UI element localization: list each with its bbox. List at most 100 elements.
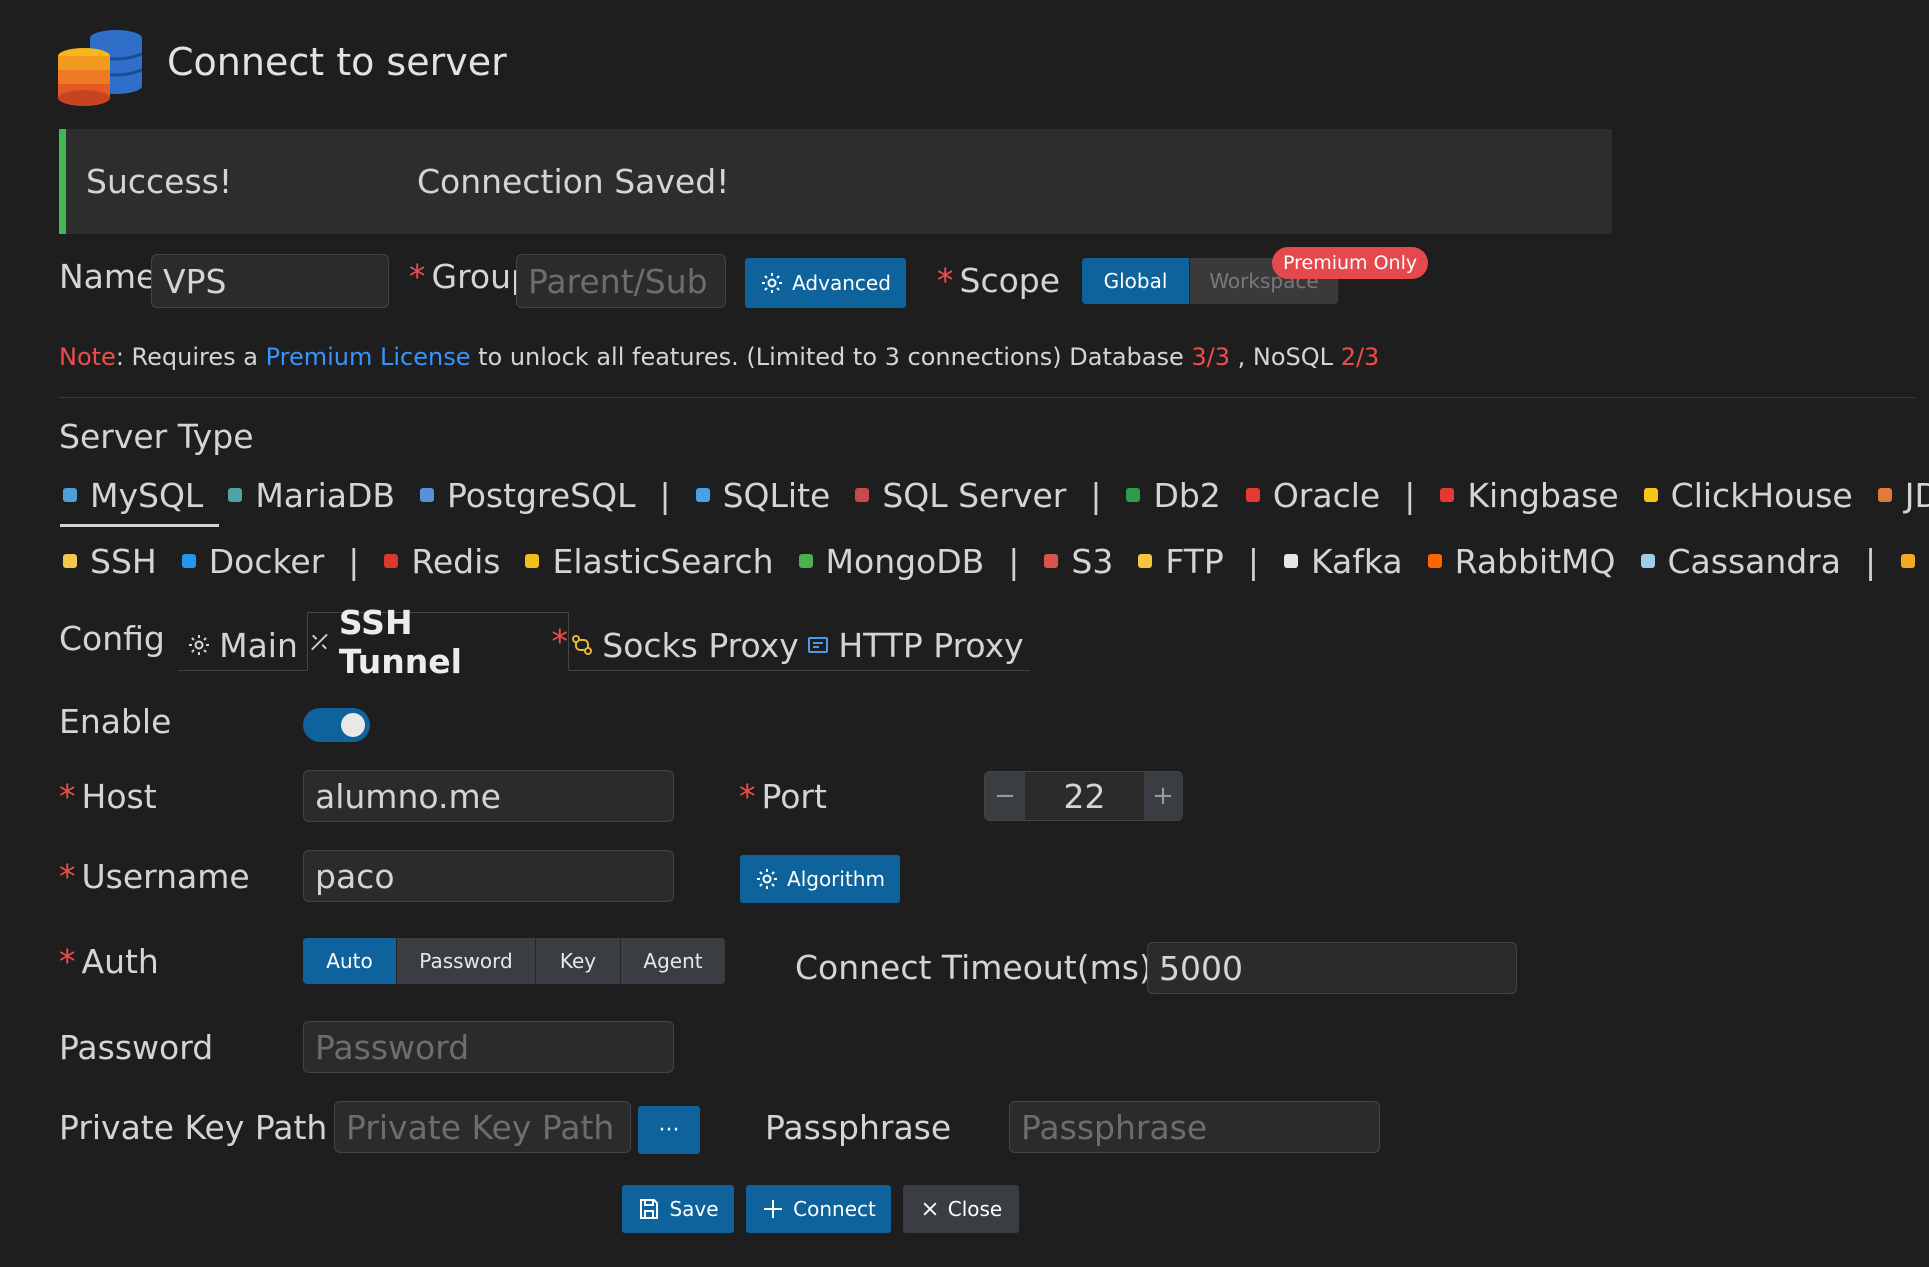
server-type-label: Server Type [59,417,254,456]
server-type-mongodb[interactable]: MongoDB [796,541,985,581]
enable-label: Enable [59,702,172,741]
ellipsis-icon: ··· [658,1117,680,1143]
port-label-text: Port [761,777,827,816]
advanced-button[interactable]: Advanced [745,258,906,308]
type-separator: | [1247,541,1259,581]
gear-icon [189,635,210,655]
server-type-mysql[interactable]: MySQL [60,476,203,515]
server-type-label: JDBC [1904,475,1929,515]
note-text-3: , NoSQL [1230,343,1341,371]
close-button[interactable]: Close [903,1185,1019,1233]
browse-key-button[interactable]: ··· [638,1106,700,1154]
server-type-postgresql[interactable]: PostgreSQL [417,476,635,515]
tab-http-proxy[interactable]: HTTP Proxy [800,620,1030,671]
server-type-mariadb[interactable]: MariaDB [225,476,395,515]
password-input[interactable] [303,1021,674,1073]
server-type-more[interactable]: More [1898,542,1929,581]
auth-label-text: Auth [81,942,159,981]
server-type-label: S3 [1071,541,1114,581]
port-value[interactable]: 22 [1025,772,1144,820]
auth-method-toggle: Auto Password Key Agent [303,938,725,984]
required-marker: * [937,261,954,300]
auth-option-password[interactable]: Password [397,938,536,984]
type-separator: | [348,541,360,581]
note-prefix: Note [59,343,116,371]
server-type-cassandra[interactable]: Cassandra [1638,541,1842,581]
save-button[interactable]: Save [622,1185,734,1233]
server-type-label: MariaDB [255,475,396,515]
server-type-label: MySQL [90,475,204,515]
gear-icon [757,869,778,889]
server-type-elasticsearch[interactable]: ElasticSearch [522,542,774,581]
scope-option-global[interactable]: Global [1082,258,1190,304]
server-type-label: Db2 [1153,475,1221,515]
server-type-clickhouse[interactable]: ClickHouse [1641,476,1853,515]
server-type-kingbase[interactable]: Kingbase [1437,476,1619,515]
server-type-label: Docker [208,541,325,581]
license-note: Note: Requires a Premium License to unlo… [59,343,1379,371]
private-key-path-label: Private Key Path [59,1108,328,1147]
tab-socks-proxy-label: Socks Proxy [602,625,799,665]
server-type-redis[interactable]: Redis [381,542,500,581]
whale-icon [179,551,199,571]
group-input[interactable] [516,254,726,308]
folder-icon [1135,551,1155,571]
server-type-label: Kafka [1310,541,1403,581]
server-type-label: RabbitMQ [1454,541,1616,581]
port-decrement-button[interactable]: − [985,772,1025,820]
port-increment-button[interactable]: + [1144,772,1182,820]
config-tabs: Main SSH Tunnel * Socks Proxy HTTP Proxy [178,603,1030,681]
server-type-ftp[interactable]: FTP [1135,542,1224,581]
server-type-kafka[interactable]: Kafka [1281,542,1403,581]
connect-button[interactable]: Connect [746,1185,891,1233]
seal-icon [225,485,245,505]
server-type-oracle[interactable]: Oracle [1243,476,1380,515]
database-count: 3/3 [1191,343,1231,371]
server-type-s3[interactable]: S3 [1041,542,1113,581]
server-type-label: ClickHouse [1670,475,1853,515]
private-key-path-input[interactable] [334,1101,631,1153]
passphrase-input[interactable] [1009,1101,1380,1153]
server-type-row-1: MySQL MariaDB PostgreSQL | SQLite SQL Server |… [60,472,1929,518]
name-label: Name [59,257,157,296]
port-label: * Port [739,777,827,816]
auth-option-auto[interactable]: Auto [303,938,397,984]
username-input[interactable] [303,850,674,902]
server-type-sql-server[interactable]: SQL Server [852,476,1066,515]
server-type-label: SQL Server [882,475,1067,515]
save-icon [640,1199,659,1219]
host-input[interactable] [303,770,674,822]
type-separator: | [1008,541,1020,581]
tab-socks-proxy[interactable]: Socks Proxy [569,620,800,671]
server-type-db2[interactable]: Db2 [1123,475,1221,515]
server-type-ssh[interactable]: SSH [60,542,157,581]
tab-ssh-tunnel-label: SSH Tunnel [338,602,462,681]
premium-license-link[interactable]: Premium License [266,343,471,371]
required-marker: * [59,777,76,816]
auth-option-agent[interactable]: Agent [621,938,725,984]
server-type-label: SQLite [722,475,831,515]
server-type-jdbc[interactable]: JDBC [1875,476,1929,515]
server-type-label: Cassandra [1667,541,1842,581]
tab-main[interactable]: Main [178,620,307,671]
name-input[interactable] [151,254,389,308]
server-type-rabbitmq[interactable]: RabbitMQ [1425,542,1616,581]
note-text-1: : Requires a [115,343,266,371]
auth-option-key[interactable]: Key [536,938,621,984]
proxy-icon [572,635,593,655]
connect-timeout-input[interactable] [1147,942,1517,994]
tunnel-icon [311,633,328,650]
server-type-docker[interactable]: Docker [179,541,325,581]
server-type-sqlite[interactable]: SQLite [693,475,831,515]
host-label-text: Host [81,777,157,816]
type-separator: | [1865,541,1877,581]
enable-toggle[interactable] [303,708,370,742]
elastic-icon [522,551,542,571]
tab-ssh-tunnel[interactable]: SSH Tunnel * [307,603,569,681]
success-alert: Success! Connection Saved! [59,129,1612,234]
server-type-label: MongoDB [825,541,985,581]
divider [59,397,1915,398]
type-separator: | [1090,475,1102,515]
db2-icon [1123,485,1143,505]
algorithm-button[interactable]: Algorithm [740,855,900,903]
